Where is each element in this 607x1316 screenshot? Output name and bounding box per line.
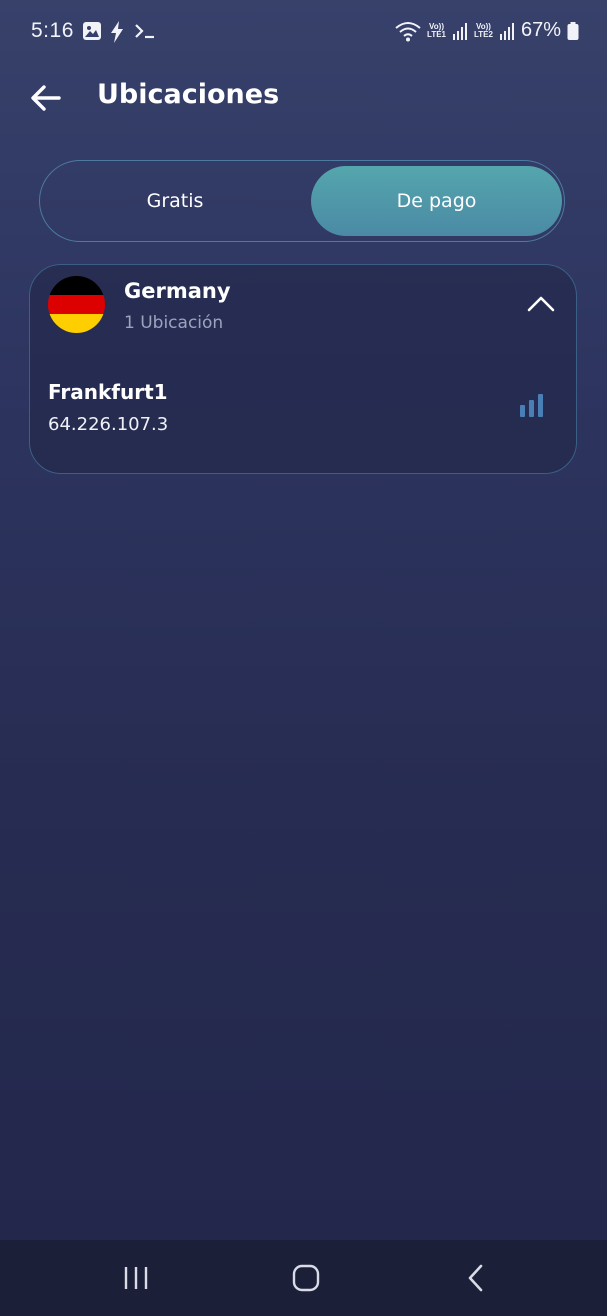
plan-tabs: Gratis De pago bbox=[39, 160, 565, 242]
cell-signal-icon bbox=[499, 22, 514, 40]
battery-icon bbox=[567, 21, 579, 40]
page-title: Ubicaciones bbox=[97, 79, 280, 110]
country-name: Germany bbox=[124, 279, 231, 303]
home-icon bbox=[292, 1264, 320, 1292]
back-nav-button[interactable] bbox=[456, 1258, 496, 1298]
tab-free[interactable]: Gratis bbox=[45, 166, 305, 236]
wifi-icon bbox=[395, 21, 421, 41]
lte1-indicator: Vo)) LTE1 bbox=[427, 21, 446, 39]
signal-bars-icon bbox=[520, 394, 543, 417]
recent-apps-icon bbox=[124, 1267, 148, 1289]
status-bar: 5:16 Vo)) LTE1 Vo)) LTE2 67% bbox=[0, 0, 607, 66]
location-ip: 64.226.107.3 bbox=[48, 414, 169, 435]
battery-percent: 67% bbox=[520, 19, 561, 41]
home-button[interactable] bbox=[286, 1258, 326, 1298]
status-time: 5:16 bbox=[31, 19, 74, 42]
location-item-frankfurt1[interactable]: Frankfurt1 64.226.107.3 bbox=[30, 365, 575, 455]
cell-signal-icon bbox=[453, 22, 467, 40]
navigation-bar bbox=[0, 1240, 607, 1316]
back-icon bbox=[468, 1264, 483, 1292]
collapse-button[interactable] bbox=[524, 287, 558, 321]
chevron-up-icon bbox=[527, 296, 555, 312]
country-location-count: 1 Ubicación bbox=[124, 313, 224, 333]
location-city: Frankfurt1 bbox=[48, 380, 168, 404]
gallery-icon bbox=[83, 22, 101, 40]
back-button[interactable] bbox=[26, 78, 66, 118]
status-right: Vo)) LTE1 Vo)) LTE2 67% bbox=[395, 19, 579, 42]
germany-flag-icon bbox=[48, 276, 105, 333]
terminal-icon bbox=[135, 24, 154, 39]
recent-apps-button[interactable] bbox=[116, 1258, 156, 1298]
tab-paid[interactable]: De pago bbox=[311, 166, 562, 236]
lte2-indicator: Vo)) LTE2 bbox=[474, 21, 493, 39]
arrow-left-icon bbox=[31, 85, 61, 111]
country-card-germany[interactable]: Germany 1 Ubicación Frankfurt1 64.226.10… bbox=[29, 264, 577, 474]
flash-icon bbox=[111, 21, 123, 43]
